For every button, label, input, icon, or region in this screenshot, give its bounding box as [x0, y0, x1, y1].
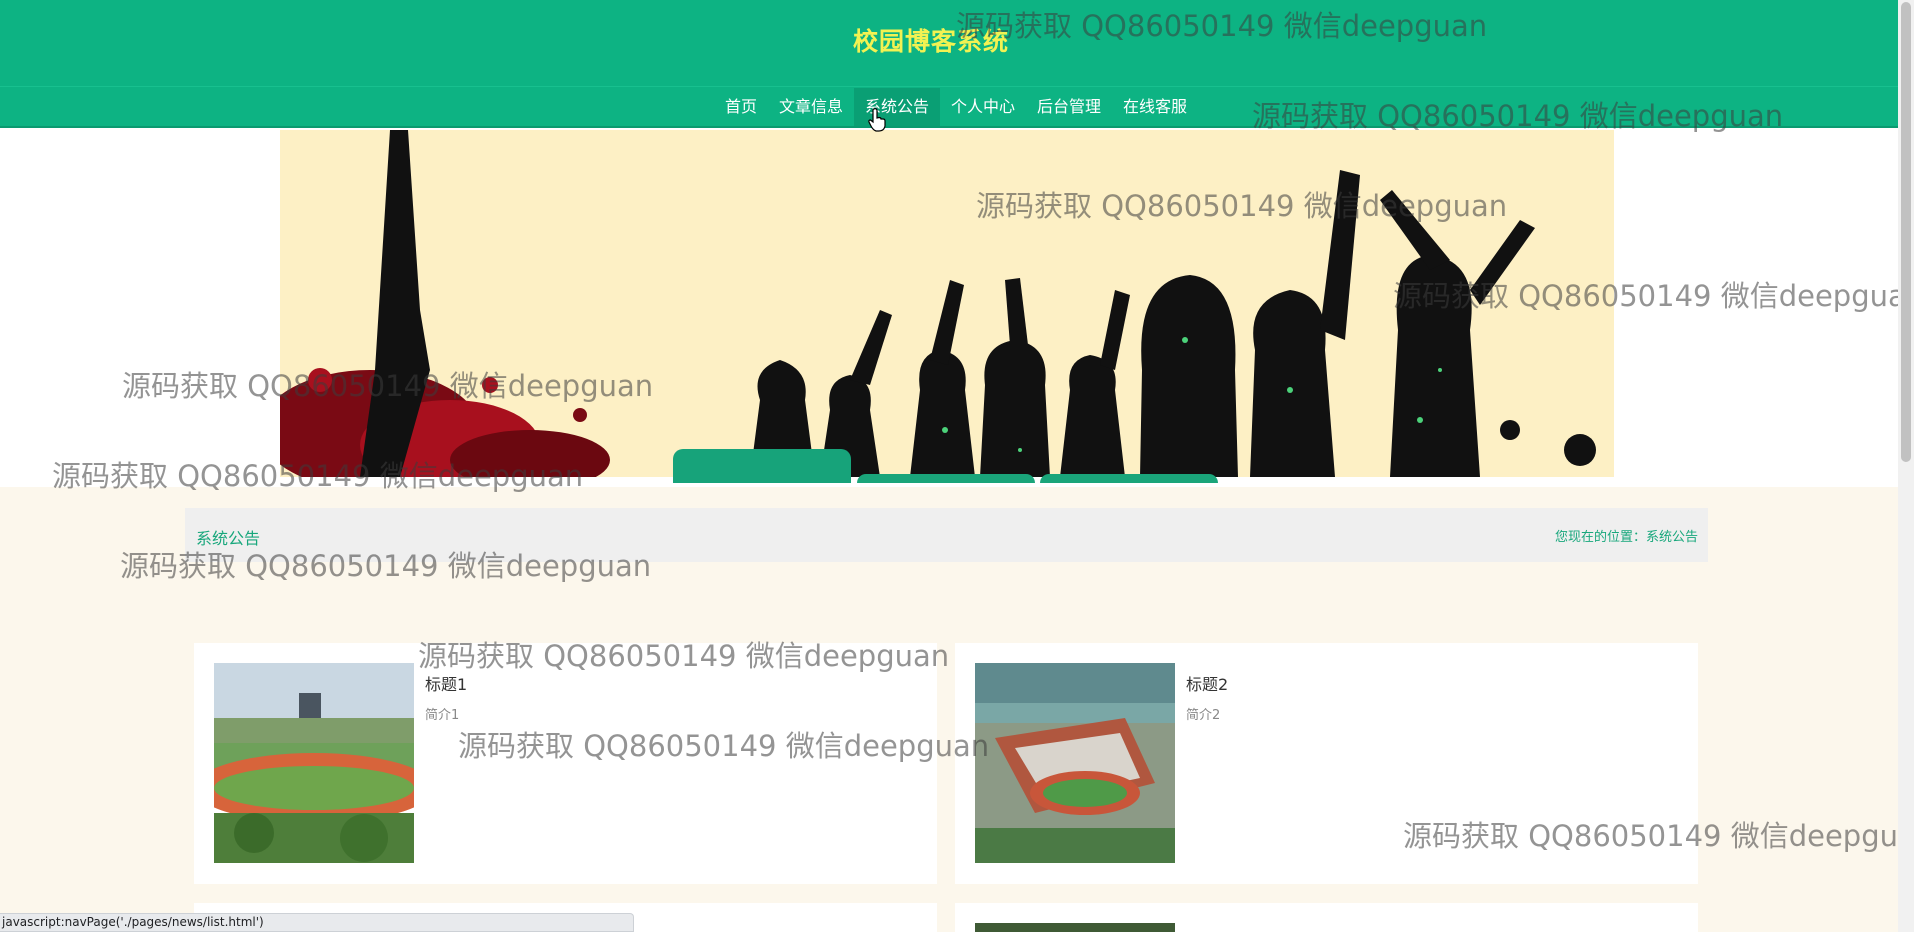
news-card[interactable]: 标题2 简介2 [955, 643, 1698, 884]
nav-item-customer-service[interactable]: 在线客服 [1112, 88, 1198, 126]
news-thumbnail[interactable] [975, 923, 1175, 932]
crowd-silhouette-illustration [280, 130, 1614, 477]
section-title: 系统公告 [196, 529, 261, 548]
breadcrumb: 系统公告 您现在的位置：系统公告 [185, 508, 1708, 562]
nav-item-admin[interactable]: 后台管理 [1026, 88, 1112, 126]
site-header: 校园博客系统 首页 文章信息 系统公告 个人中心 后台管理 在线客服 [0, 0, 1898, 128]
banner-carousel-tabs [667, 441, 1227, 483]
breadcrumb-location[interactable]: 您现在的位置：系统公告 [1555, 526, 1698, 545]
hand-cursor-icon [868, 108, 886, 132]
news-title[interactable]: 标题1 [425, 671, 467, 695]
news-card-partial[interactable] [955, 903, 1698, 932]
news-card[interactable]: 标题1 简介1 [194, 643, 937, 884]
news-thumbnail[interactable] [975, 663, 1175, 863]
news-thumbnail[interactable] [214, 663, 414, 863]
nav-item-home[interactable]: 首页 [714, 88, 768, 126]
nav-item-articles[interactable]: 文章信息 [768, 88, 854, 126]
nav-divider [0, 86, 1898, 87]
news-title[interactable]: 标题2 [1186, 671, 1228, 695]
carousel-tab-3[interactable] [1040, 474, 1218, 483]
nav-item-personal-center[interactable]: 个人中心 [940, 88, 1026, 126]
main-nav: 首页 文章信息 系统公告 个人中心 后台管理 在线客服 [0, 88, 1898, 126]
carousel-tab-1[interactable] [673, 449, 851, 483]
nav-item-announcements[interactable]: 系统公告 [853, 88, 940, 126]
news-summary: 简介2 [1186, 708, 1221, 723]
news-summary: 简介1 [425, 708, 460, 723]
scrollbar-thumb[interactable] [1901, 2, 1911, 462]
page-scrollbar[interactable] [1898, 0, 1914, 932]
site-title: 校园博客系统 [852, 27, 1009, 56]
hero-banner-image [280, 130, 1614, 477]
carousel-tab-2[interactable] [857, 474, 1035, 483]
browser-status-bar: javascript:navPage('./pages/news/list.ht… [0, 913, 634, 932]
